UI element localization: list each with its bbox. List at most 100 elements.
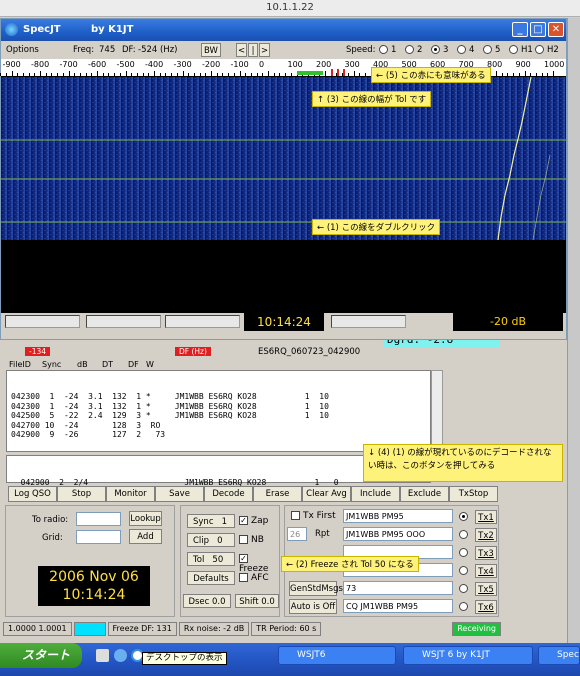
- scale-label: -700: [59, 60, 78, 69]
- scale-minor-tick: [228, 73, 230, 76]
- scale-minor-tick: [518, 73, 520, 76]
- afc-checkbox[interactable]: AFC: [239, 573, 269, 583]
- scale-label: -400: [145, 60, 164, 69]
- scale-label: -600: [88, 60, 107, 69]
- log-qso-button[interactable]: Log QSO: [8, 486, 57, 502]
- speed-label-h1: H1: [521, 45, 533, 55]
- tol-control[interactable]: Tol 50: [187, 552, 235, 566]
- include-button[interactable]: Include: [351, 486, 400, 502]
- scale-minor-tick: [0, 73, 2, 76]
- exclude-button[interactable]: Exclude: [400, 486, 449, 502]
- options-menu[interactable]: Options: [6, 41, 39, 59]
- slider-3[interactable]: [165, 315, 240, 328]
- next-button[interactable]: >: [259, 43, 270, 57]
- scale-minor-tick: [359, 73, 361, 76]
- status-bar: 1.0000 1.0001 Freeze DF: 131 Rx noise: -…: [3, 622, 503, 636]
- decode-line: 042500 5 -22 2.4 129 3 * JM1WBB ES6RQ KO…: [11, 411, 329, 420]
- tx-radio-6[interactable]: [459, 602, 468, 611]
- file-info-row: -134 DF (Hz) ES6RQ_060723_042900: [3, 347, 500, 359]
- tx4-button[interactable]: Tx4: [475, 564, 497, 578]
- speed-radio-h1[interactable]: [509, 45, 518, 54]
- tx-first-checkbox[interactable]: Tx First: [291, 511, 336, 521]
- decode-text-box[interactable]: 042300 1 -24 3.1 132 1 * JM1WBB ES6RQ KO…: [6, 370, 431, 452]
- bar-button[interactable]: |: [248, 43, 258, 57]
- tx-radio-1[interactable]: [459, 512, 468, 521]
- tol-value: 50: [212, 555, 224, 565]
- add-button[interactable]: Add: [129, 529, 162, 544]
- taskbar-item-wsjt6[interactable]: WSJT6: [278, 646, 396, 665]
- tx6-button[interactable]: Tx6: [475, 600, 497, 614]
- auto-button[interactable]: Auto is Off: [289, 599, 337, 614]
- gen-std-msgs-button[interactable]: GenStdMsgs: [289, 581, 343, 596]
- tx3-button[interactable]: Tx3: [475, 546, 497, 560]
- column-header: W: [146, 360, 154, 369]
- scale-minor-tick: [245, 73, 247, 76]
- save-button[interactable]: Save: [155, 486, 204, 502]
- scale-label: 300: [344, 60, 360, 69]
- start-button[interactable]: スタート: [0, 643, 82, 668]
- speed-radio-1[interactable]: [379, 45, 388, 54]
- scale-minor-tick: [165, 73, 167, 76]
- tx-message-1[interactable]: JM1WBB PM95: [343, 509, 453, 523]
- prev-button[interactable]: <: [236, 43, 247, 57]
- nb-checkbox[interactable]: NB: [239, 535, 264, 545]
- taskbar-item-wsjt6-k1jt[interactable]: WSJT 6 by K1JT: [403, 646, 533, 665]
- freeze-checkbox[interactable]: ✓Freeze: [239, 554, 279, 574]
- tx1-button[interactable]: Tx1: [475, 510, 497, 524]
- slider-2[interactable]: [86, 315, 161, 328]
- speed-radio-4[interactable]: [457, 45, 466, 54]
- right-scroll-strip[interactable]: [567, 18, 580, 643]
- decode-scrollbar[interactable]: [431, 370, 443, 452]
- tx-message-5[interactable]: 73: [343, 581, 453, 595]
- bw-button[interactable]: BW: [201, 43, 221, 57]
- to-radio-field[interactable]: [76, 512, 121, 526]
- tx-message-6[interactable]: CQ JM1WBB PM95: [343, 599, 453, 613]
- taskbar-item-spec[interactable]: Spec: [538, 646, 580, 665]
- zap-checkbox[interactable]: ✓ Zap: [239, 516, 268, 526]
- tx-radio-4[interactable]: [459, 566, 468, 575]
- decode-button[interactable]: Decode: [204, 486, 253, 502]
- stop-button[interactable]: Stop: [57, 486, 106, 502]
- minimize-button[interactable]: _: [512, 22, 528, 37]
- scale-label: 100: [287, 60, 303, 69]
- lookup-button[interactable]: Lookup: [129, 511, 162, 526]
- txstop-button[interactable]: TxStop: [449, 486, 498, 502]
- clip-control[interactable]: Clip 0: [187, 533, 235, 547]
- speed-radio-2[interactable]: [405, 45, 414, 54]
- slider-1[interactable]: [5, 315, 80, 328]
- slider-4[interactable]: [331, 315, 406, 328]
- quicklaunch-icon-1[interactable]: [96, 649, 109, 662]
- tx-radio-3[interactable]: [459, 548, 468, 557]
- maximize-button[interactable]: □: [530, 22, 546, 37]
- erase-button[interactable]: Erase: [253, 486, 302, 502]
- scale-minor-tick: [501, 73, 503, 76]
- speed-radio-3[interactable]: [431, 45, 440, 54]
- tx2-button[interactable]: Tx2: [475, 528, 497, 542]
- monitor-button[interactable]: Monitor: [106, 486, 155, 502]
- tx-radio-2[interactable]: [459, 530, 468, 539]
- specjt-titlebar[interactable]: SpecJT by K1JT _ □ ✕: [1, 19, 566, 41]
- waterfall-display[interactable]: [1, 77, 566, 240]
- tx-message-2[interactable]: JM1WBB PM95 OOO: [343, 527, 453, 541]
- speed-radio-5[interactable]: [483, 45, 492, 54]
- scale-tick: [496, 71, 497, 76]
- column-header: DT: [102, 360, 114, 369]
- tx5-button[interactable]: Tx5: [475, 582, 497, 596]
- red-marker: [343, 69, 345, 76]
- dsec-control[interactable]: Dsec 0.0: [183, 594, 231, 608]
- quicklaunch-icon-2[interactable]: [114, 649, 127, 662]
- scale-minor-tick: [222, 73, 224, 76]
- sync-control[interactable]: Sync 1: [187, 514, 235, 528]
- clear-avg-button[interactable]: Clear Avg: [302, 486, 351, 502]
- shift-control[interactable]: Shift 0.0: [235, 594, 279, 608]
- grid-field[interactable]: [76, 530, 121, 544]
- column-header: DF: [128, 360, 139, 369]
- tx-radio-5[interactable]: [459, 584, 468, 593]
- close-button[interactable]: ✕: [548, 22, 564, 37]
- rpt-field[interactable]: 26: [287, 527, 307, 541]
- decode-line: 042300 1 -24 3.1 132 1 * JM1WBB ES6RQ KO…: [11, 401, 329, 411]
- decode-lines: 042300 1 -24 3.1 132 1 * JM1WBB ES6RQ KO…: [11, 392, 426, 440]
- defaults-button[interactable]: Defaults: [187, 571, 235, 585]
- start-label: スタート: [22, 648, 71, 662]
- speed-radio-h2[interactable]: [535, 45, 544, 54]
